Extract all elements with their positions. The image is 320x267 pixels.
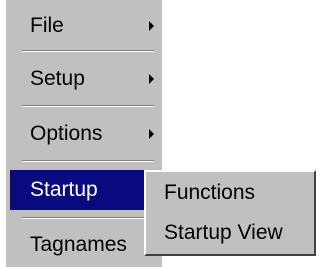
menu-item-label: Startup bbox=[30, 178, 98, 201]
startup-submenu: Functions Startup View bbox=[144, 170, 316, 256]
menu-item-file[interactable]: File bbox=[10, 6, 160, 46]
menu-item-startup[interactable]: Startup bbox=[10, 170, 160, 210]
menu-item-label: Options bbox=[30, 122, 103, 145]
menu-item-label: Tagnames bbox=[30, 233, 127, 256]
menu-separator bbox=[22, 105, 154, 107]
submenu-item-label: Startup View bbox=[164, 221, 283, 244]
chevron-right-icon bbox=[149, 21, 154, 31]
menu-item-label: File bbox=[30, 14, 64, 37]
menu-item-tagnames[interactable]: Tagnames bbox=[10, 225, 160, 265]
menu-item-setup[interactable]: Setup bbox=[10, 59, 160, 99]
chevron-right-icon bbox=[149, 74, 154, 84]
context-menu: File Setup Options Startup Tagnames bbox=[4, 0, 162, 267]
chevron-right-icon bbox=[149, 129, 154, 139]
menu-item-options[interactable]: Options bbox=[10, 114, 160, 154]
menu-separator bbox=[22, 50, 154, 52]
submenu-item-functions[interactable]: Functions bbox=[150, 174, 310, 212]
menu-item-label: Setup bbox=[30, 67, 85, 90]
menu-separator bbox=[22, 217, 154, 219]
menu-separator bbox=[22, 160, 154, 162]
submenu-item-label: Functions bbox=[164, 181, 256, 204]
submenu-item-startup-view[interactable]: Startup View bbox=[150, 214, 310, 252]
